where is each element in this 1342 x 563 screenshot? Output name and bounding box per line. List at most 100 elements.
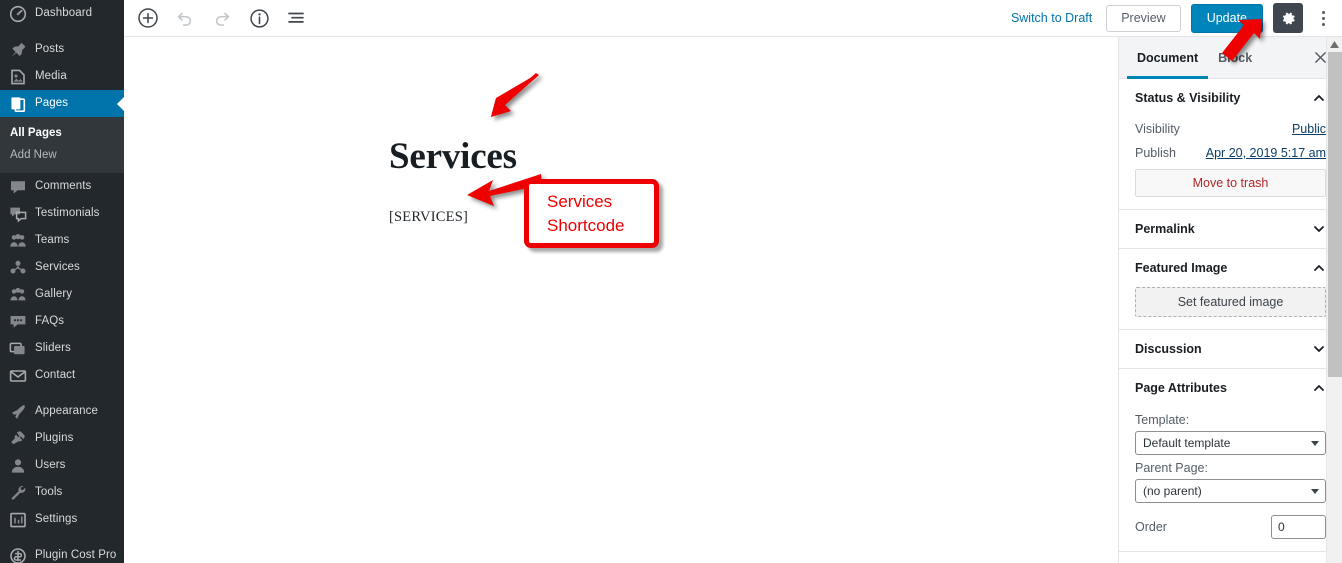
submenu-item-all-pages[interactable]: All Pages — [0, 122, 124, 144]
parent-page-selected-value: (no parent) — [1143, 484, 1202, 498]
sidebar-item-services[interactable]: Services — [0, 254, 124, 281]
scrollbar-thumb[interactable] — [1328, 52, 1342, 377]
settings-sidebar: Document Block Status & Visibility Visib… — [1118, 37, 1342, 563]
panel-permalink-header[interactable]: Permalink — [1135, 210, 1326, 248]
block-navigation-icon[interactable] — [283, 5, 309, 31]
panel-title: Status & Visibility — [1135, 91, 1241, 105]
visibility-value-link[interactable]: Public — [1292, 122, 1326, 136]
appearance-icon — [9, 403, 27, 421]
add-block-icon[interactable] — [135, 5, 161, 31]
sidebar-item-users[interactable]: Users — [0, 452, 124, 479]
settings-tab-bar: Document Block — [1119, 37, 1342, 79]
tab-document[interactable]: Document — [1127, 37, 1208, 79]
panel-page-attributes: Page Attributes Template: Default templa… — [1119, 369, 1342, 552]
order-input[interactable] — [1271, 515, 1326, 539]
info-icon[interactable] — [246, 5, 272, 31]
settings-gear-button[interactable] — [1273, 3, 1303, 33]
switch-to-draft-button[interactable]: Switch to Draft — [1007, 11, 1096, 25]
sidebar-item-label: Posts — [35, 42, 65, 55]
tab-block[interactable]: Block — [1208, 37, 1262, 79]
panel-page-attributes-header[interactable]: Page Attributes — [1135, 369, 1326, 407]
sidebar-item-gallery[interactable]: Gallery — [0, 281, 124, 308]
redo-icon[interactable] — [209, 5, 235, 31]
gear-icon — [1280, 10, 1297, 27]
sidebar-item-label: Comments — [35, 179, 92, 192]
chevron-up-icon — [1312, 91, 1326, 105]
editor-actions-group: Switch to Draft Preview Update — [1007, 3, 1342, 33]
sidebar-item-posts[interactable]: Posts — [0, 36, 124, 63]
panel-page-attributes-body: Template: Default template Parent Page: … — [1135, 413, 1326, 551]
shortcode-block[interactable]: [SERVICES] — [389, 209, 468, 226]
wordpress-editor-screen: Dashboard Posts Media Pages All Pages Add New… — [0, 0, 1342, 563]
menu-separator — [0, 533, 124, 542]
sliders-icon — [9, 340, 27, 358]
sidebar-item-appearance[interactable]: Appearance — [0, 398, 124, 425]
template-select[interactable]: Default template — [1135, 431, 1326, 455]
sidebar-item-plugin-cost-pro[interactable]: Plugin Cost Pro — [0, 542, 124, 563]
post-title[interactable]: Services — [389, 135, 517, 179]
move-to-trash-button[interactable]: Move to trash — [1135, 169, 1326, 197]
panel-status-visibility: Status & Visibility Visibility Public Pu… — [1119, 79, 1342, 210]
panel-title: Featured Image — [1135, 261, 1228, 275]
update-button[interactable]: Update — [1190, 3, 1263, 33]
editor-tools-group — [124, 5, 309, 31]
sidebar-item-media[interactable]: Media — [0, 63, 124, 90]
sidebar-item-pages[interactable]: Pages — [0, 90, 124, 117]
parent-page-label: Parent Page: — [1135, 461, 1208, 475]
chevron-down-icon — [1312, 342, 1326, 356]
template-label: Template: — [1135, 413, 1190, 427]
sidebar-item-plugins[interactable]: Plugins — [0, 425, 124, 452]
preview-button[interactable]: Preview — [1106, 4, 1181, 32]
panel-featured-image-header[interactable]: Featured Image — [1135, 249, 1326, 287]
set-featured-image-button[interactable]: Set featured image — [1135, 287, 1326, 317]
sidebar-item-label: Contact — [35, 368, 76, 381]
sidebar-item-tools[interactable]: Tools — [0, 479, 124, 506]
panel-featured-image-body: Set featured image — [1135, 287, 1326, 329]
sidebar-item-label: Gallery — [35, 287, 73, 300]
close-icon — [1314, 51, 1327, 64]
dashboard-icon — [9, 5, 27, 23]
pages-icon — [9, 95, 27, 113]
panel-status-visibility-header[interactable]: Status & Visibility — [1135, 79, 1326, 117]
menu-separator — [0, 389, 124, 398]
panel-discussion-header[interactable]: Discussion — [1135, 330, 1326, 368]
plugins-icon — [9, 430, 27, 448]
chevron-down-icon — [1311, 489, 1319, 494]
order-row: Order — [1135, 515, 1326, 539]
undo-icon[interactable] — [172, 5, 198, 31]
sidebar-item-teams[interactable]: Teams — [0, 227, 124, 254]
panel-featured-image: Featured Image Set featured image — [1119, 249, 1342, 330]
menu-separator — [0, 27, 124, 36]
sidebar-item-label: Appearance — [35, 404, 99, 417]
visibility-row: Visibility Public — [1135, 117, 1326, 141]
sidebar-item-faqs[interactable]: FAQs — [0, 308, 124, 335]
sidebar-item-contact[interactable]: Contact — [0, 362, 124, 389]
sidebar-item-label: Plugin Cost Pro — [35, 548, 117, 561]
sidebar-item-label: Plugins — [35, 431, 74, 444]
panel-permalink: Permalink — [1119, 210, 1342, 249]
media-icon — [9, 68, 27, 86]
users-icon — [9, 457, 27, 475]
more-options-button[interactable] — [1313, 3, 1333, 33]
sidebar-item-label: Settings — [35, 512, 78, 525]
sidebar-item-label: Teams — [35, 233, 70, 246]
gallery-icon — [9, 286, 27, 304]
chevron-down-icon — [1311, 441, 1319, 446]
submenu-item-add-new[interactable]: Add New — [0, 144, 124, 166]
sidebar-item-label: FAQs — [35, 314, 65, 327]
parent-page-select[interactable]: (no parent) — [1135, 479, 1326, 503]
chevron-up-icon — [1312, 261, 1326, 275]
sidebar-item-comments[interactable]: Comments — [0, 173, 124, 200]
sidebar-item-settings[interactable]: Settings — [0, 506, 124, 533]
settings-sidebar-scrollbar[interactable] — [1326, 37, 1342, 563]
scroll-up-arrow-icon[interactable] — [1327, 37, 1342, 52]
publish-date-link[interactable]: Apr 20, 2019 5:17 am — [1206, 146, 1326, 160]
panel-title: Permalink — [1135, 222, 1195, 236]
sidebar-item-label: Users — [35, 458, 66, 471]
vertical-dots-icon — [1321, 16, 1325, 20]
sidebar-item-testimonials[interactable]: Testimonials — [0, 200, 124, 227]
panel-title: Page Attributes — [1135, 381, 1227, 395]
contact-icon — [9, 367, 27, 385]
sidebar-item-sliders[interactable]: Sliders — [0, 335, 124, 362]
sidebar-item-dashboard[interactable]: Dashboard — [0, 0, 124, 27]
